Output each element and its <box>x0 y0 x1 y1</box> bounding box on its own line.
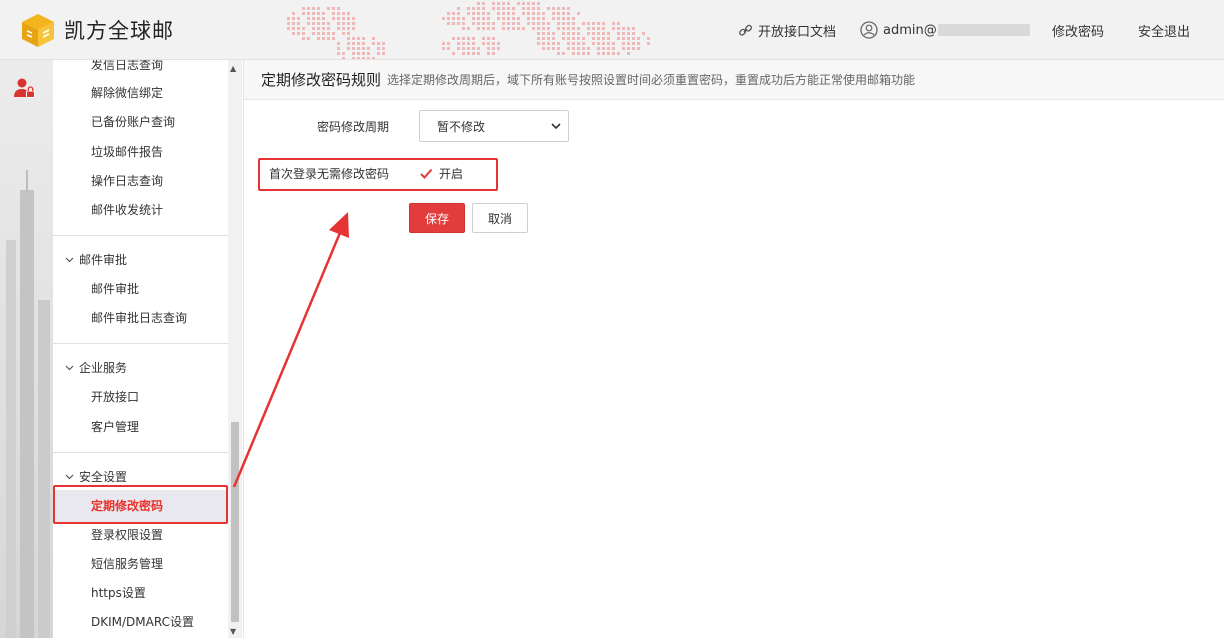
sidebar-group-mail-approval[interactable]: 邮件审批 <box>65 250 127 270</box>
sidebar-item-approval-log[interactable]: 邮件审批日志查询 <box>91 308 187 328</box>
logout-label: 安全退出 <box>1138 24 1191 40</box>
user-label: admin@ <box>883 22 937 38</box>
save-button[interactable]: 保存 <box>409 203 465 233</box>
city-background-decoration <box>6 170 50 638</box>
sidebar-divider <box>53 235 228 236</box>
sidebar-item-dkim-dmarc[interactable]: DKIM/DMARC设置 <box>91 612 194 632</box>
period-select-value: 暂不修改 <box>437 119 486 134</box>
logo[interactable]: 凯方全球邮 <box>18 10 174 50</box>
sidebar-item-mail-stats[interactable]: 邮件收发统计 <box>91 200 163 220</box>
sidebar-group-label: 邮件审批 <box>79 253 128 267</box>
sidebar-item-mail-approval[interactable]: 邮件审批 <box>91 279 139 299</box>
user-lock-icon[interactable] <box>12 76 36 103</box>
sidebar-item-operation-log[interactable]: 操作日志查询 <box>91 171 163 191</box>
sidebar-group-label: 安全设置 <box>79 470 128 484</box>
sidebar-item-https[interactable]: https设置 <box>91 583 146 603</box>
world-map-decoration <box>287 2 650 59</box>
main-content: 定期修改密码规则 选择定期修改周期后，域下所有账号按照设置时间必须重置密码，重置… <box>243 60 1224 638</box>
chevron-down-icon <box>65 474 74 480</box>
change-password-label: 修改密码 <box>1052 24 1105 40</box>
annotation-box-sidebar <box>53 485 228 524</box>
chevron-down-icon <box>65 257 74 263</box>
brand-name: 凯方全球邮 <box>64 19 174 43</box>
sidebar-item-backup-accounts[interactable]: 已备份账户查询 <box>91 112 175 132</box>
api-docs-label: 开放接口文档 <box>758 24 837 40</box>
sidebar-item-customer-mgmt[interactable]: 客户管理 <box>91 417 139 437</box>
sidebar-group-enterprise[interactable]: 企业服务 <box>65 358 127 378</box>
page-description: 选择定期修改周期后，域下所有账号按照设置时间必须重置密码，重置成功后方能正常使用… <box>387 73 916 87</box>
sidebar-item-login-permissions[interactable]: 登录权限设置 <box>91 525 163 545</box>
scrollbar-thumb[interactable] <box>231 422 239 622</box>
annotation-box-first-login <box>258 158 498 191</box>
chevron-down-icon <box>550 120 562 135</box>
link-icon <box>738 23 753 38</box>
period-label: 密码修改周期 <box>317 120 390 134</box>
sidebar-item-unbind-wechat[interactable]: 解除微信绑定 <box>91 83 163 103</box>
sidebar-divider <box>53 452 228 453</box>
scroll-down-arrow-icon[interactable]: ▼ <box>230 627 236 636</box>
change-password-link[interactable]: 修改密码 <box>1052 0 1105 59</box>
sidebar-item-send-log[interactable]: 发信日志查询 <box>91 60 163 75</box>
sidebar-item-sms-service[interactable]: 短信服务管理 <box>91 554 163 574</box>
page-title-bar: 定期修改密码规则 选择定期修改周期后，域下所有账号按照设置时间必须重置密码，重置… <box>244 60 1224 100</box>
api-docs-link[interactable]: 开放接口文档 <box>738 0 837 59</box>
sidebar-item-open-api[interactable]: 开放接口 <box>91 387 139 407</box>
module-strip <box>0 60 53 638</box>
cancel-button[interactable]: 取消 <box>472 203 528 233</box>
sidebar-divider <box>53 343 228 344</box>
sidebar-scrollbar[interactable]: ▲ ▼ <box>228 60 242 638</box>
page-title: 定期修改密码规则 <box>261 71 382 89</box>
period-select[interactable]: 暂不修改 <box>419 110 569 142</box>
chevron-down-icon <box>65 365 74 371</box>
logout-link[interactable]: 安全退出 <box>1138 0 1191 59</box>
logo-box-icon <box>22 14 54 47</box>
sidebar-group-security[interactable]: 安全设置 <box>65 467 127 487</box>
sidebar-item-spam-report[interactable]: 垃圾邮件报告 <box>91 142 163 162</box>
user-icon <box>860 21 878 39</box>
sidebar-group-label: 企业服务 <box>79 361 128 375</box>
user-menu[interactable]: admin@ <box>860 0 1030 59</box>
sidebar: 发信日志查询 解除微信绑定 已备份账户查询 垃圾邮件报告 操作日志查询 邮件收发… <box>53 60 228 638</box>
top-header: 凯方全球邮 开放接口文档 admin@ 修改密码 安全退出 <box>0 0 1224 60</box>
redacted-domain <box>937 24 1030 36</box>
scroll-up-arrow-icon[interactable]: ▲ <box>230 64 236 73</box>
